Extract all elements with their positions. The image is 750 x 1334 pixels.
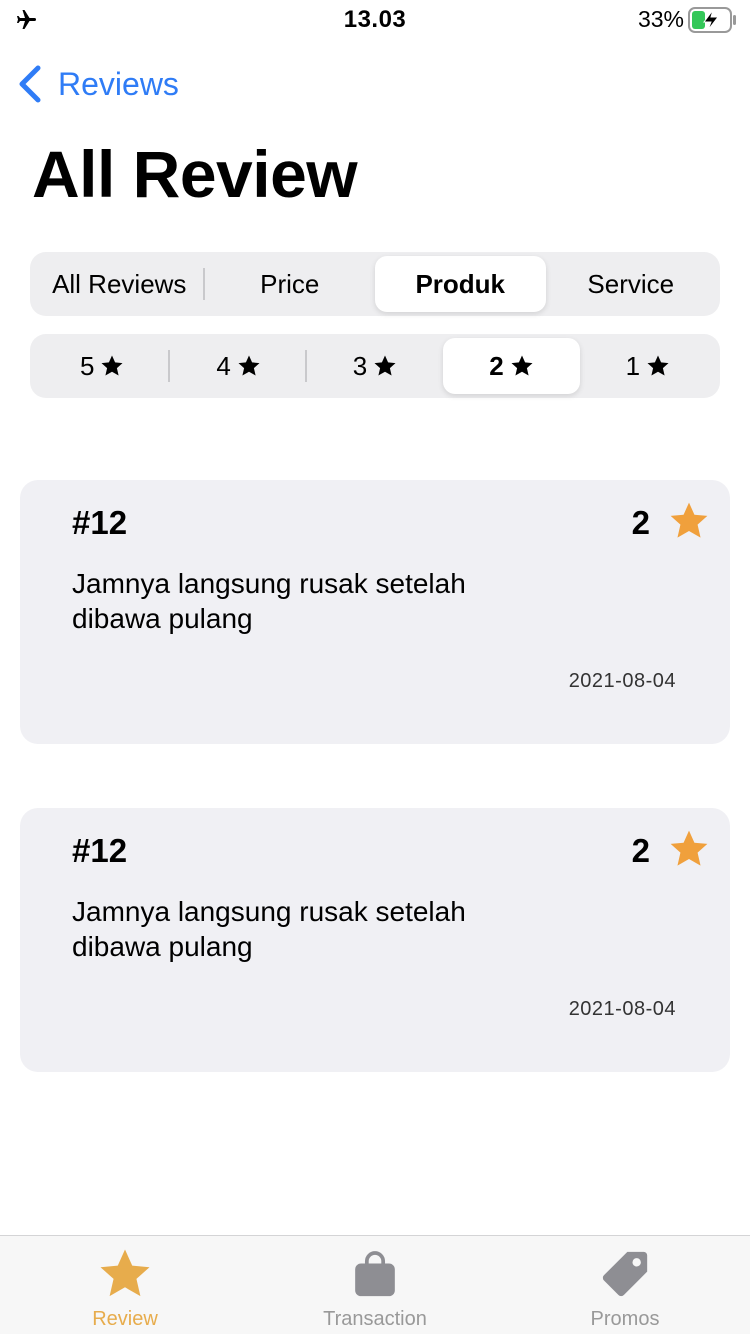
star-filter-segmented-control: 5 4 3 2 1 [30,334,720,398]
tab-all-reviews[interactable]: All Reviews [34,256,205,312]
status-bar: 13.03 33% [0,0,750,44]
tab-label: Service [587,268,675,299]
tab-label: Promos [590,1308,660,1330]
tab-promos[interactable]: Promos [500,1236,750,1334]
review-text: Jamnya langsung rusak setelah dibawa pul… [72,568,466,634]
battery-charging-icon [688,7,736,33]
star-icon [647,355,669,376]
star-icon [100,1249,150,1297]
back-button[interactable]: Reviews [16,62,179,106]
tab-label: Transaction [323,1308,427,1330]
star-filter-5[interactable]: 5 [34,338,171,394]
review-id: #12 [72,504,128,541]
bag-icon [355,1251,395,1297]
tag-icon [602,1251,648,1297]
star-filter-label: 3 [352,350,368,381]
star-filter-label: 2 [489,350,504,381]
tab-produk[interactable]: Produk [375,256,546,312]
star-icon [511,355,533,376]
tab-service[interactable]: Service [546,256,717,312]
review-date: 2021-08-04 [568,998,676,1020]
page-title: All Review [32,137,358,211]
star-icon [101,355,123,376]
tab-bar: Review Transaction Promos [0,1235,750,1334]
star-icon [374,355,396,376]
star-filter-label: 5 [79,350,95,381]
review-rating: 2 [631,504,650,541]
tab-label: Produk [415,268,506,299]
battery-percentage: 33% [637,6,684,32]
star-icon [670,830,708,866]
tab-price[interactable]: Price [205,256,376,312]
review-text: Jamnya langsung rusak setelah dibawa pul… [72,896,466,962]
star-filter-3[interactable]: 3 [307,338,443,394]
tab-review[interactable]: Review [0,1236,250,1334]
review-rating: 2 [631,832,650,869]
tab-label: Price [260,268,320,299]
review-card[interactable]: #12 2 Jamnya langsung rusak setelah diba… [20,808,730,1072]
review-card[interactable]: #12 2 Jamnya langsung rusak setelah diba… [20,480,730,744]
category-segmented-control: All Reviews Price Produk Service [30,252,720,316]
tab-transaction[interactable]: Transaction [250,1236,500,1334]
star-filter-1[interactable]: 1 [580,338,716,394]
star-icon [670,502,708,538]
star-filter-label: 1 [625,350,641,381]
chevron-left-icon [19,65,41,103]
star-filter-2[interactable]: 2 [443,338,580,394]
star-icon [238,355,260,376]
star-filter-4[interactable]: 4 [170,338,308,394]
tab-label: All Reviews [52,268,187,299]
back-label: Reviews [58,65,179,102]
review-date: 2021-08-04 [568,670,676,692]
star-filter-label: 4 [216,350,231,381]
tab-label: Review [92,1308,158,1330]
review-id: #12 [72,832,128,869]
